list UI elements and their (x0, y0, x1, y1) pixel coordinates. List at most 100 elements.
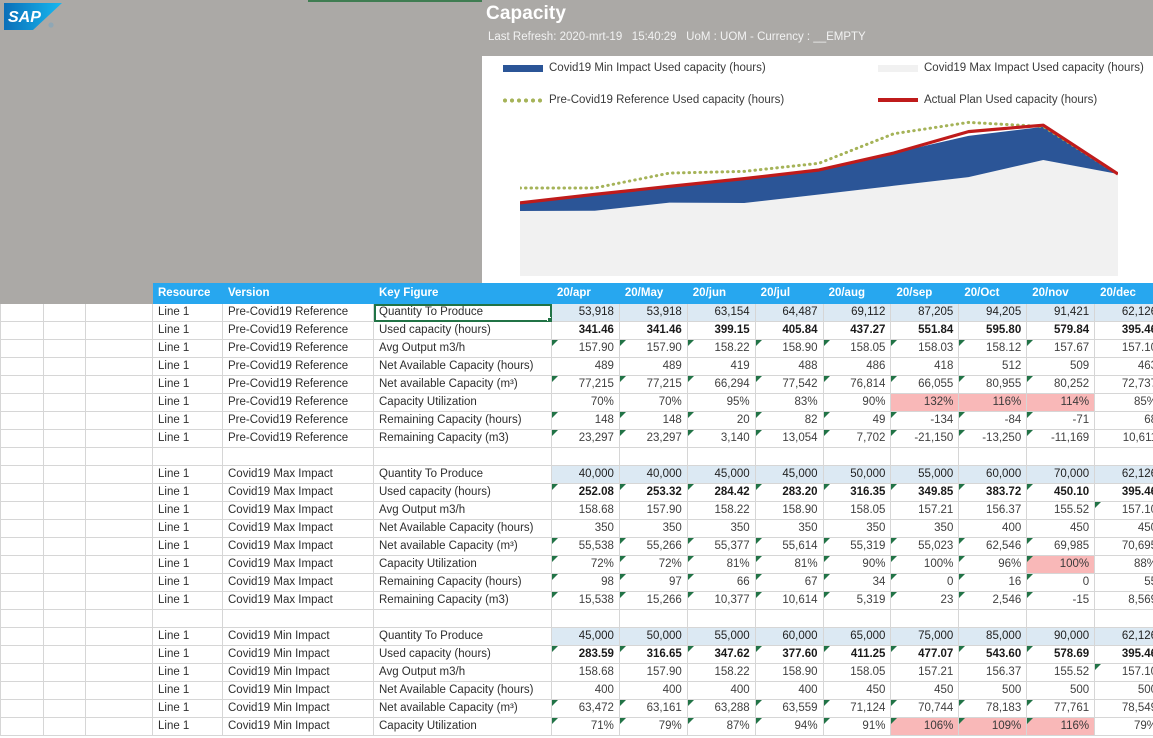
cell-value[interactable]: 53,918 (619, 304, 687, 322)
cell-key-figure[interactable]: Remaining Capacity (m3) (374, 592, 552, 610)
column-header-month-20-aug[interactable]: 20/aug (823, 284, 891, 304)
cell-key-figure[interactable]: Avg Output m3/h (374, 502, 552, 520)
cell-value[interactable]: 97 (619, 574, 687, 592)
cell-value[interactable]: 23,297 (552, 430, 620, 448)
cell-value[interactable]: 40,000 (552, 466, 620, 484)
cell-value[interactable]: 450 (1095, 520, 1153, 538)
column-header-month-20-jun[interactable]: 20/jun (687, 284, 755, 304)
cell-value[interactable]: 55,538 (552, 538, 620, 556)
cell-value[interactable]: 395.46 (1095, 322, 1153, 340)
cell-value[interactable]: 158.90 (755, 664, 823, 682)
cell-value[interactable]: 477.07 (891, 646, 959, 664)
cell-value[interactable]: 157.90 (619, 340, 687, 358)
cell-value[interactable]: 157.21 (891, 664, 959, 682)
empty-cell[interactable] (86, 484, 153, 502)
empty-cell[interactable] (44, 538, 86, 556)
cell-value[interactable]: 158.68 (552, 664, 620, 682)
cell-value[interactable]: 85,000 (959, 628, 1027, 646)
cell-value[interactable]: 155.52 (1027, 664, 1095, 682)
empty-cell[interactable] (619, 448, 687, 466)
cell-value[interactable]: 158.68 (552, 502, 620, 520)
cell-value[interactable]: 148 (619, 412, 687, 430)
empty-cell[interactable] (223, 610, 374, 628)
cell-value[interactable]: 72,737 (1095, 376, 1153, 394)
cell-value[interactable]: 157.10 (1095, 502, 1153, 520)
empty-cell[interactable] (86, 466, 153, 484)
empty-cell[interactable] (44, 358, 86, 376)
column-header-month-20-apr[interactable]: 20/apr (552, 284, 620, 304)
cell-value[interactable]: 78,183 (959, 700, 1027, 718)
cell-value[interactable]: -11,169 (1027, 430, 1095, 448)
empty-cell[interactable] (86, 376, 153, 394)
empty-cell[interactable] (552, 610, 620, 628)
cell-value[interactable]: 87% (687, 718, 755, 736)
cell-value[interactable]: 512 (959, 358, 1027, 376)
cell-version[interactable]: Covid19 Max Impact (223, 538, 374, 556)
cell-version[interactable]: Pre-Covid19 Reference (223, 430, 374, 448)
cell-value[interactable]: 437.27 (823, 322, 891, 340)
cell-value[interactable]: 100% (891, 556, 959, 574)
cell-value[interactable]: 500 (959, 682, 1027, 700)
cell-value[interactable]: 157.21 (891, 502, 959, 520)
empty-cell[interactable] (1, 502, 44, 520)
empty-cell[interactable] (823, 610, 891, 628)
cell-resource[interactable]: Line 1 (153, 502, 223, 520)
cell-value[interactable]: 106% (891, 718, 959, 736)
cell-value[interactable]: 114% (1027, 394, 1095, 412)
cell-value[interactable]: 400 (959, 520, 1027, 538)
cell-value[interactable]: 69,112 (823, 304, 891, 322)
cell-value[interactable]: 70% (619, 394, 687, 412)
cell-value[interactable]: 96% (959, 556, 1027, 574)
cell-value[interactable]: 78,549 (1095, 700, 1153, 718)
empty-cell[interactable] (374, 610, 552, 628)
empty-cell[interactable] (44, 430, 86, 448)
cell-key-figure[interactable]: Remaining Capacity (hours) (374, 574, 552, 592)
cell-key-figure[interactable]: Avg Output m3/h (374, 340, 552, 358)
cell-resource[interactable]: Line 1 (153, 394, 223, 412)
cell-value[interactable]: 350 (891, 520, 959, 538)
cell-key-figure[interactable]: Capacity Utilization (374, 718, 552, 736)
empty-cell[interactable] (1, 646, 44, 664)
empty-cell[interactable] (823, 448, 891, 466)
cell-value[interactable]: 316.65 (619, 646, 687, 664)
cell-version[interactable]: Covid19 Max Impact (223, 520, 374, 538)
cell-value[interactable]: 418 (891, 358, 959, 376)
cell-value[interactable]: 55,377 (687, 538, 755, 556)
cell-value[interactable]: 66 (687, 574, 755, 592)
cell-value[interactable]: 488 (755, 358, 823, 376)
cell-value[interactable]: 77,542 (755, 376, 823, 394)
cell-value[interactable]: 68 (1095, 412, 1153, 430)
cell-value[interactable]: 10,377 (687, 592, 755, 610)
cell-resource[interactable]: Line 1 (153, 376, 223, 394)
empty-cell[interactable] (891, 448, 959, 466)
cell-value[interactable]: 109% (959, 718, 1027, 736)
empty-cell[interactable] (1, 412, 44, 430)
cell-value[interactable]: 132% (891, 394, 959, 412)
cell-value[interactable]: 405.84 (755, 322, 823, 340)
cell-value[interactable]: 350 (755, 520, 823, 538)
cell-value[interactable]: 157.90 (552, 340, 620, 358)
column-header-month-20-jul[interactable]: 20/jul (755, 284, 823, 304)
empty-cell[interactable] (1, 628, 44, 646)
cell-value[interactable]: 155.52 (1027, 502, 1095, 520)
empty-cell[interactable] (86, 628, 153, 646)
empty-cell[interactable] (1, 610, 44, 628)
cell-value[interactable]: 450 (1027, 520, 1095, 538)
cell-value[interactable]: 70,744 (891, 700, 959, 718)
cell-value[interactable]: 55,000 (687, 628, 755, 646)
empty-cell[interactable] (153, 448, 223, 466)
empty-cell[interactable] (44, 664, 86, 682)
empty-cell[interactable] (153, 610, 223, 628)
cell-key-figure[interactable]: Quantity To Produce (374, 628, 552, 646)
cell-key-figure[interactable]: Net available Capacity (m³) (374, 376, 552, 394)
empty-cell[interactable] (1, 394, 44, 412)
cell-value[interactable]: 7,702 (823, 430, 891, 448)
column-header-version[interactable]: Version (223, 284, 374, 304)
legend-item-actual-plan[interactable]: Actual Plan Used capacity (hours) (878, 94, 1097, 106)
cell-value[interactable]: 65,000 (823, 628, 891, 646)
legend-item-covid19-max-impact[interactable]: Covid19 Max Impact Used capacity (hours) (878, 62, 1144, 74)
column-header-month-20-dec[interactable]: 20/dec (1095, 284, 1153, 304)
cell-value[interactable]: 60,000 (755, 628, 823, 646)
cell-value[interactable]: 62,546 (959, 538, 1027, 556)
cell-value[interactable]: 76,814 (823, 376, 891, 394)
